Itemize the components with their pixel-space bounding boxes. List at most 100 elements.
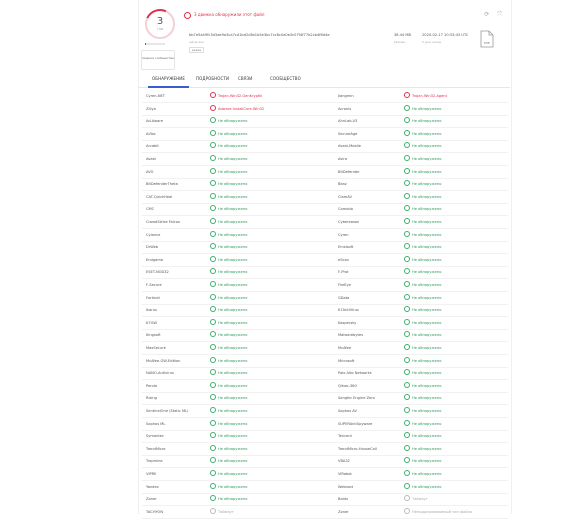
engine-name: MaxSecure [146,342,206,354]
check-circle-icon [210,155,216,161]
table-row: K7GW Не обнаружено Kaspersky Не обнаружено [142,317,508,330]
engine-name-text: ClamAV [338,194,352,199]
question-circle-icon [404,507,410,514]
result-text: Trojan.Win32.Agent [412,94,447,98]
engine-name-text: eScan [338,257,349,262]
table-row: AVG Не обнаружено BitDefender Не обнаружено [142,166,508,179]
engine-result: Trojan.Win32.Agent [404,90,504,102]
engine-name-text: Sophos AV [338,409,357,413]
score-bar [145,43,165,45]
table-row: Fortinet Не обнаружено GData Не обнаружено [142,292,508,305]
check-circle-icon [404,482,410,489]
check-circle-icon [404,243,410,250]
check-circle-icon [404,457,410,464]
table-row: Zoner Не обнаружено Baidu Таймаут [142,493,508,507]
check-circle-icon [404,381,410,388]
engine-result: Не обнаружено [404,317,504,329]
engine-name-text: Cyren-NET [146,94,165,98]
table-row: Ikarus Не обнаружено K7AntiVirus Не обнаруж… [142,304,508,318]
engine-name-text: CrowdStrike Falcon [146,220,181,224]
engine-name: Ikarus [146,304,206,316]
engine-name-text: FireEye [338,283,352,287]
reanalyze-icon[interactable]: ⟳ [484,11,489,18]
engine-name: Avira [338,153,398,165]
engine-name: McAfee-GW-Edition [146,355,206,367]
result-text: Не обнаружено [218,232,248,237]
engine-name: Sangfor Engine Zero [338,392,398,404]
engine-name: Microsoft [338,355,398,367]
engine-result: Не обнаружено [404,203,504,215]
result-text: Не обнаружено [412,144,442,149]
engine-name-text: Baidu [338,497,349,502]
engine-name: Bkav [338,178,398,190]
table-row: Symantec Не обнаружено Tencent Не обнаружен… [142,430,508,444]
result-text: Не обнаружено [412,119,442,124]
engine-name-text: Panda [146,383,157,388]
engine-result: Не обнаружено [210,493,330,505]
engine-result: Не обнаружено [404,115,504,127]
result-text: Не обнаружено [218,434,248,439]
result-text: Не обнаружено [218,497,248,502]
header-actions: ⟳ ⤧ [484,11,502,19]
check-circle-icon [404,268,410,275]
engine-name: Qihoo-360 [338,380,398,392]
engine-name: Tencent [338,430,398,442]
table-row: Avast Не обнаружено Avira Не обнаружено [142,153,508,166]
result-text: Не обнаружено [218,119,248,124]
tab-details[interactable]: ПОДРОБНОСТИ [196,76,229,81]
table-row: VIPRE Не обнаружено ViRobot Не обнаружено [142,468,508,481]
file-hash[interactable]: bb7e5a49fc3d3ae9a3ca7cd1bd2c8b1b5e3bc7cc… [189,33,330,37]
engine-name: Avast [146,153,206,165]
tab-detection[interactable]: ОБНАРУЖЕНИЕ [148,76,189,88]
engine-result: Не обнаружено [404,254,504,266]
engine-result: Не обнаружено [404,229,504,241]
engine-name: Sophos AV [338,405,398,417]
engine-name-text: Zoner [146,497,157,502]
table-row: F-Secure Не обнаружено FireEye Не обнаружен… [142,279,508,292]
result-text: Не обнаружено [412,409,442,413]
check-circle-icon [210,369,216,376]
check-circle-icon [404,218,410,224]
check-circle-icon [404,167,410,174]
result-text: Не обнаружено [218,358,248,363]
engine-name: F-Prot [338,266,398,278]
engine-name-text: BitDefender [338,169,360,174]
engine-name: VIPRE [146,468,206,480]
engine-result: Не обнаружено [404,140,504,152]
engine-name-text: CMC [146,207,155,212]
engine-name: F-Secure [146,279,206,291]
engine-name: DrWeb [146,241,206,253]
result-text: Не обнаружено [412,182,442,187]
engine-result: Не обнаружено [404,418,504,430]
file-tag[interactable]: peexe [189,47,205,53]
check-circle-icon [404,129,410,136]
tab-relations[interactable]: СВЯЗИ [238,76,252,81]
check-circle-icon [210,419,216,426]
community-score-box[interactable]: Оценка сообщества [141,50,175,70]
engine-name-text: K7GW [146,320,157,325]
result-text: Не обнаружено [412,283,442,287]
engine-name-text: Rising [146,396,157,401]
check-circle-icon [210,230,216,237]
engine-result: Не обнаружено [210,380,330,392]
tab-community[interactable]: СООБЩЕСТВО [270,76,301,81]
check-circle-icon [210,381,216,388]
similar-icon[interactable]: ⤧ [497,11,502,18]
engine-name-text: SentinelOne (Static ML) [146,409,189,413]
result-text: Не обнаружено [218,257,248,262]
engine-name-text: Sophos ML [146,421,166,426]
engine-result: Не обнаружено [210,329,330,341]
engine-name-text: TrendMicro [146,446,166,451]
question-circle-icon [210,507,216,514]
table-row: Kingsoft Не обнаружено Malwarebytes Не обна… [142,329,508,343]
check-circle-icon [210,180,216,187]
engine-result: Не обнаружено [404,103,504,115]
engine-name-text: Avast-Mobile [338,144,361,149]
table-row: Trapmine Не обнаружено VBA32 Не обнаружено [142,455,508,469]
engine-name: SUPERAntiSpyware [338,418,398,430]
table-row: Yandex Не обнаружено Webroot Не обнаружено [142,481,508,494]
check-circle-icon [404,155,410,161]
engine-name: NANO-Antivirus [146,367,206,379]
engine-name: AVG [146,166,206,178]
check-circle-icon [210,293,216,300]
